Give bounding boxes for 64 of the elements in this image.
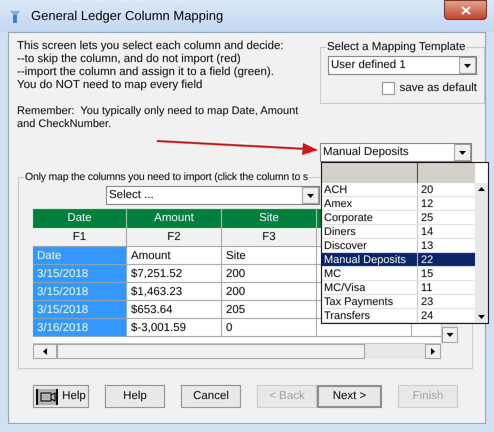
column-header[interactable]: F2 — [127, 228, 222, 247]
table-cell: 3/15/2018 — [33, 265, 127, 283]
list-item[interactable]: Transfers 24 — [322, 309, 475, 323]
list-item[interactable]: ACH 20 — [322, 183, 475, 197]
horizontal-scrollbar[interactable] — [33, 343, 441, 359]
mapping-header[interactable]: Amount — [127, 209, 222, 228]
group-title: Select a Mapping Template — [326, 40, 467, 54]
scroll-thumb[interactable] — [57, 344, 365, 359]
table-cell: 200 — [222, 265, 317, 283]
column-header[interactable]: F3 — [222, 228, 317, 247]
app-icon — [7, 8, 23, 24]
list-item[interactable]: Corporate 25 — [322, 211, 475, 225]
list-item[interactable]: MC 15 — [322, 267, 475, 281]
table-cell: $1,463.23 — [127, 283, 222, 301]
table-cell: 3/15/2018 — [33, 283, 127, 301]
caret-icon — [464, 64, 471, 68]
close-icon — [460, 6, 470, 14]
table-cell: 205 — [222, 301, 317, 319]
reminder-text: Remember: You typically only need to map Date, Amount and CheckNumber. — [17, 105, 300, 131]
instruction-text: You do NOT need to map every field — [17, 79, 204, 92]
caret-icon — [307, 194, 314, 198]
instruction-text: --import the column and assign it to a field (green). — [17, 66, 275, 79]
scroll-right-icon[interactable] — [425, 344, 441, 359]
template-select[interactable]: User defined 1 — [328, 56, 477, 75]
table-cell: 0 — [222, 319, 317, 337]
list-item[interactable]: Tax Payments 23 — [322, 295, 475, 309]
header-cell — [418, 163, 475, 183]
mapping-header[interactable]: Date — [33, 209, 127, 228]
dialog-button[interactable]: Cancel — [181, 385, 241, 408]
table-cell: 3/15/2018 — [33, 301, 127, 319]
list-item[interactable]: Diners 14 — [322, 225, 475, 239]
column-header[interactable]: F1 — [33, 228, 127, 247]
table-cell: $653.64 — [127, 301, 222, 319]
help-button[interactable]: Help — [33, 385, 89, 408]
table-cell: Site — [222, 247, 317, 265]
window-title: General Ledger Column Mapping — [31, 7, 224, 26]
list-item[interactable]: MC/Visa 11 — [322, 281, 475, 295]
close-button[interactable] — [444, 0, 487, 20]
dropdown-button[interactable] — [459, 57, 476, 74]
dialog-button[interactable]: Next > — [317, 385, 382, 408]
scroll-left-icon[interactable] — [33, 344, 57, 359]
table-cell: $7,251.52 — [127, 265, 222, 283]
field-select[interactable]: Select ... — [106, 186, 320, 205]
vertical-scrollbar[interactable] — [475, 183, 488, 323]
caret-icon — [459, 150, 466, 154]
checkbox[interactable] — [382, 82, 395, 96]
help-video-icon — [36, 388, 58, 406]
account-select[interactable]: Manual Deposits — [320, 143, 472, 162]
table-cell: Amount — [127, 247, 222, 265]
table-cell: Date — [33, 247, 127, 265]
dropdown-button[interactable] — [454, 144, 471, 161]
instruction-text: This screen lets you select each column and decide: — [17, 40, 285, 53]
list-item[interactable]: Amex 12 — [322, 197, 475, 211]
dialog-button[interactable]: Help — [105, 385, 165, 408]
group-title: Only map the columns you need to import (click the column to s — [24, 170, 309, 184]
table-cell: 200 — [222, 283, 317, 301]
table-cell: $-3,001.59 — [127, 319, 222, 337]
scroll-down-icon[interactable] — [442, 327, 458, 343]
instruction-text: --to skip the column, and do not import (red) — [17, 53, 242, 66]
table-cell: 3/16/2018 — [33, 319, 127, 337]
dropdown-button[interactable] — [302, 187, 319, 204]
checkbox-label: save as default — [400, 81, 477, 96]
list-item[interactable]: Manual Deposits 22 — [322, 253, 475, 267]
mapping-header[interactable]: Site — [222, 209, 317, 228]
